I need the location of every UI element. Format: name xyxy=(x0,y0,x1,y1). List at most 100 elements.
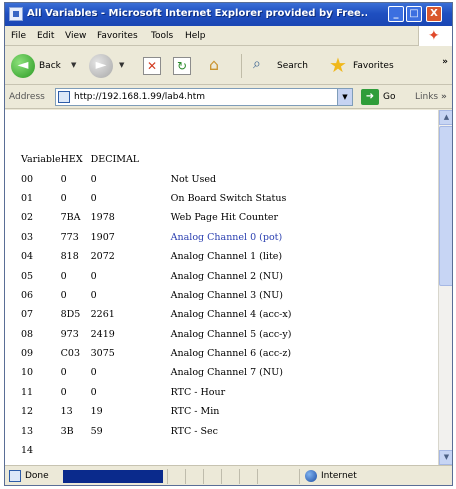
table-row: 01 0 0 On Board Switch Status xyxy=(21,189,371,208)
back-arrow-icon[interactable]: ◄ xyxy=(11,54,35,78)
menu-edit[interactable]: Edit xyxy=(37,31,54,41)
cell-decimal: 19 xyxy=(90,406,103,418)
cell-description: Analog Channel 7 (NU) xyxy=(170,367,283,379)
cell-description: Analog Channel 4 (acc-x) xyxy=(170,309,292,321)
links-label[interactable]: Links » xyxy=(415,92,447,102)
cell-description: Analog Channel 2 (NU) xyxy=(170,270,283,282)
header-hex: HEX xyxy=(61,150,91,169)
scroll-thumb[interactable] xyxy=(439,126,452,286)
cell-variable: 13 xyxy=(21,425,34,437)
address-dropdown-icon[interactable]: ▼ xyxy=(337,89,352,105)
search-button-label[interactable]: Search xyxy=(277,61,308,71)
back-dropdown-arrow-icon[interactable]: ▼ xyxy=(71,61,76,69)
scroll-down-arrow-icon[interactable]: ▼ xyxy=(439,450,452,465)
browser-window: All Variables - Microsoft Internet Explo… xyxy=(4,2,453,486)
cell-hex: 0 xyxy=(60,173,67,185)
cell-variable: 06 xyxy=(21,289,34,301)
vertical-scrollbar[interactable]: ▲ ▼ xyxy=(438,110,452,465)
cell-decimal: 0 xyxy=(90,386,97,398)
menu-favorites[interactable]: Favorites xyxy=(97,31,138,41)
cell-hex: 0 xyxy=(60,386,67,398)
menu-help[interactable]: Help xyxy=(185,31,206,41)
cell-decimal: 0 xyxy=(90,270,97,282)
throbber: ✦ xyxy=(418,26,452,46)
cell-decimal: 2261 xyxy=(90,309,115,321)
cell-hex: 7BA xyxy=(60,212,81,224)
cell-description[interactable]: Analog Channel 0 (pot) xyxy=(171,228,371,247)
cell-description: Analog Channel 1 (lite) xyxy=(170,251,283,263)
header-variable: Variable xyxy=(21,150,61,169)
cell-variable: 12 xyxy=(21,406,34,418)
table-row: 03 773 1907 Analog Channel 0 (pot) xyxy=(21,228,371,247)
cell-description: Analog Channel 3 (NU) xyxy=(170,289,283,301)
address-label: Address xyxy=(9,92,45,102)
cell-hex: 0 xyxy=(60,289,67,301)
stop-icon[interactable]: ✕ xyxy=(143,57,161,75)
cell-variable: 02 xyxy=(21,212,34,224)
menu-tools[interactable]: Tools xyxy=(151,31,173,41)
links-overflow-chevron[interactable]: » xyxy=(441,92,447,102)
cell-decimal: 3075 xyxy=(90,348,115,360)
table-row: 04 818 2072 Analog Channel 1 (lite) xyxy=(21,247,371,266)
forward-dropdown-arrow-icon[interactable]: ▼ xyxy=(119,61,124,69)
cell-decimal: 0 xyxy=(90,192,97,204)
favorites-star-icon[interactable]: ★ xyxy=(329,53,347,77)
refresh-icon[interactable]: ↻ xyxy=(173,57,191,75)
menu-file[interactable]: File xyxy=(11,31,26,41)
internet-zone-icon xyxy=(305,470,317,482)
cell-variable: 11 xyxy=(21,386,34,398)
header-variable-text: Variable xyxy=(21,154,61,166)
table-row: 07 8D5 2261 Analog Channel 4 (acc-x) xyxy=(21,305,371,324)
table-row: 00 0 0 Not Used xyxy=(21,169,371,188)
table-row: 06 0 0 Analog Channel 3 (NU) xyxy=(21,286,371,305)
minimize-button[interactable]: _ xyxy=(388,6,404,22)
cell-variable: 00 xyxy=(21,173,34,185)
scroll-up-arrow-icon[interactable]: ▲ xyxy=(439,110,452,125)
go-arrow-icon[interactable]: ➜ xyxy=(361,89,379,105)
table-row: 14 xyxy=(21,441,371,460)
cell-description: Analog Channel 6 (acc-z) xyxy=(170,348,292,360)
close-button[interactable]: X xyxy=(426,6,442,22)
cell-description: Not Used xyxy=(170,173,217,185)
cell-description: Web Page Hit Counter xyxy=(170,212,279,224)
links-text[interactable]: Links xyxy=(415,92,438,102)
variables-table: Variable HEX DECIMAL 00 0 0 Not Used 01 0 0 On … xyxy=(21,150,371,460)
window-title: All Variables - Microsoft Internet Explo… xyxy=(27,8,367,19)
cell-decimal: 1907 xyxy=(90,231,115,243)
title-bar: All Variables - Microsoft Internet Explo… xyxy=(5,3,452,26)
cell-variable: 04 xyxy=(21,251,34,263)
table-row: 11 0 0 RTC - Hour xyxy=(21,383,371,402)
cell-variable: 14 xyxy=(21,445,34,457)
cell-variable: 03 xyxy=(21,231,34,243)
go-button-label[interactable]: Go xyxy=(383,92,395,102)
page-icon xyxy=(58,91,70,103)
cell-variable: 09 xyxy=(21,348,34,360)
cell-hex xyxy=(61,441,91,460)
search-icon[interactable]: ⌕ xyxy=(253,56,275,76)
cell-decimal: 2419 xyxy=(90,328,115,340)
status-pane xyxy=(239,469,253,484)
status-pane xyxy=(167,469,181,484)
address-bar: Address http://192.168.1.99/lab4.htm ▼ ➜… xyxy=(5,86,452,109)
toolbar: ◄ Back ▼ ► ▼ ✕ ↻ ⌂ ⌕ Search ★ Favorites … xyxy=(5,47,452,85)
cell-description: RTC - Sec xyxy=(170,425,218,437)
cell-hex: 3B xyxy=(60,425,74,437)
menu-view[interactable]: View xyxy=(65,31,86,41)
toolbar-overflow-chevron[interactable]: » xyxy=(442,57,448,67)
cell-variable: 08 xyxy=(21,328,34,340)
home-icon[interactable]: ⌂ xyxy=(205,57,223,75)
favorites-button-label[interactable]: Favorites xyxy=(353,61,394,71)
address-url[interactable]: http://192.168.1.99/lab4.htm xyxy=(74,92,205,102)
cell-description: RTC - Hour xyxy=(170,386,226,398)
status-pane xyxy=(203,469,217,484)
status-bar: Done Internet xyxy=(5,465,452,485)
maximize-button[interactable]: □ xyxy=(406,6,422,22)
forward-arrow-icon[interactable]: ► xyxy=(89,54,113,78)
back-button-label[interactable]: Back xyxy=(39,61,61,71)
address-input[interactable]: http://192.168.1.99/lab4.htm ▼ xyxy=(55,88,353,106)
cell-hex: 0 xyxy=(60,367,67,379)
page-done-icon xyxy=(9,470,21,482)
header-hex-text: HEX xyxy=(60,154,83,166)
cell-hex: 8D5 xyxy=(60,309,81,321)
cell-decimal: 0 xyxy=(90,289,97,301)
